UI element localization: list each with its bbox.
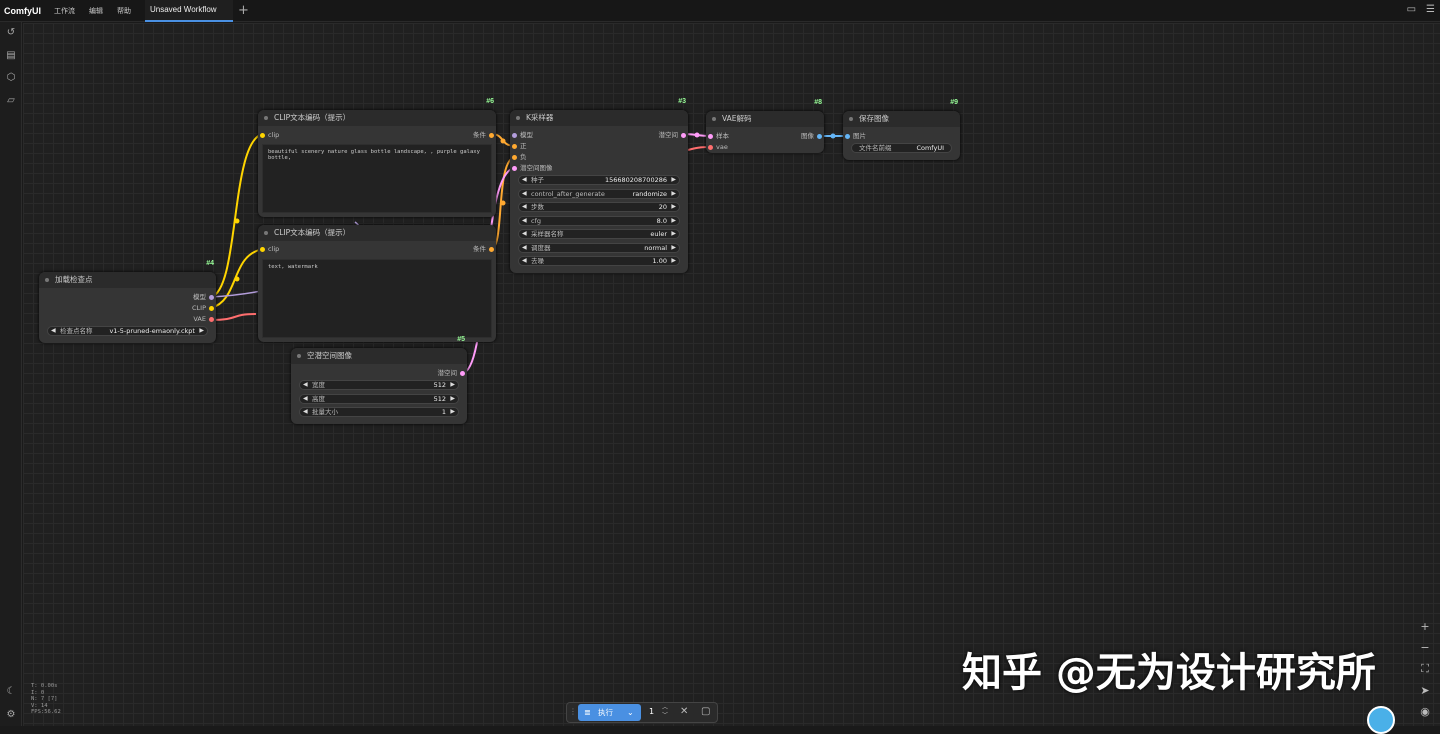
add-tab-button[interactable]: + [238, 3, 249, 18]
eye-icon[interactable]: ◉ [1418, 705, 1432, 718]
menu-edit[interactable]: 编辑 [82, 6, 110, 16]
execution-toolbar: ⋮ ≣ 执行 ⌄ 1 ︿ ﹀ ✕ ▢ [566, 702, 718, 723]
collapse-dot-icon[interactable] [45, 278, 49, 282]
node-title-text: 空潜空间图像 [307, 351, 352, 360]
input-slot-clip[interactable]: clip [258, 244, 279, 254]
input-slot-images[interactable]: 图片 [843, 131, 866, 141]
node-ksampler[interactable]: #3 K采样器 模型 潜空间 正 负 潜空间图像 ◀ 种子 156680208700… [510, 98, 689, 273]
collapse-dot-icon[interactable] [849, 117, 853, 121]
input-slot-model[interactable]: 模型 [510, 130, 533, 140]
widget-batch-size[interactable]: ◀ 批量大小 1 ▶ [299, 407, 459, 417]
input-slot-positive[interactable]: 正 [510, 141, 527, 151]
node-title: 空潜空间图像 [291, 348, 467, 364]
prompt-textarea[interactable]: text, watermark [262, 259, 492, 338]
node-clip-text-encode-positive[interactable]: #6 CLIP文本编码（提示） clip 条件 beautiful scener… [258, 98, 496, 217]
menu-icon[interactable]: ☰ [1426, 4, 1435, 15]
app-logo[interactable]: ComfyUI [0, 6, 47, 16]
queue-icon: ≣ [584, 708, 591, 717]
history-icon[interactable]: ↺ [4, 26, 18, 40]
node-title-text: 加载检查点 [55, 275, 93, 284]
prompt-textarea[interactable]: beautiful scenery nature glass bottle la… [262, 144, 492, 213]
node-title-text: CLIP文本编码（提示） [274, 228, 351, 237]
node-title-text: VAE解码 [722, 114, 752, 123]
cube-icon[interactable]: ⬡ [4, 71, 18, 85]
input-slot-negative[interactable]: 负 [510, 152, 527, 162]
node-title-text: K采样器 [526, 113, 554, 122]
menu-help[interactable]: 帮助 [110, 6, 138, 16]
avatar[interactable] [1367, 706, 1395, 734]
watermark: 知乎 @无为设计研究所 [962, 650, 1376, 696]
drag-handle-icon[interactable]: ⋮ [569, 707, 577, 716]
left-sidebar: ↺ ▤ ⬡ ▱ ☾ ⚙ [0, 22, 22, 726]
node-title: CLIP文本编码（提示） [258, 110, 496, 126]
pointer-icon[interactable]: ➤ [1418, 684, 1432, 697]
cancel-icon[interactable]: ✕ [680, 706, 688, 717]
node-title: CLIP文本编码（提示） [258, 225, 496, 241]
node-id-badge: #8 [814, 99, 822, 106]
node-title: 加载检查点 [39, 272, 216, 288]
canvas-tools: + − ⛶ ➤ ◉ [1418, 620, 1432, 718]
folder-icon[interactable]: ▱ [4, 94, 18, 108]
collapse-dot-icon[interactable] [264, 231, 268, 235]
collapse-dot-icon[interactable] [712, 117, 716, 121]
widget-steps[interactable]: ◀ 步数 20 ▶ [518, 202, 680, 212]
zoom-out-icon[interactable]: − [1418, 641, 1432, 654]
input-slot-vae[interactable]: vae [706, 142, 728, 152]
stepper-icon[interactable]: ︿ ﹀ [662, 704, 668, 720]
widget-seed[interactable]: ◀ 种子 156680208700286 ▶ [518, 175, 680, 185]
node-title: VAE解码 [706, 111, 824, 127]
output-slot-vae[interactable]: VAE [193, 314, 216, 324]
zoom-in-icon[interactable]: + [1418, 620, 1432, 633]
widget-width[interactable]: ◀ 宽度 512 ▶ [299, 380, 459, 390]
moon-icon[interactable]: ☾ [4, 685, 18, 699]
input-slot-samples[interactable]: 样本 [706, 131, 729, 141]
node-id-badge: #6 [486, 98, 494, 105]
top-right-actions: ▭ ☰ [1407, 4, 1435, 15]
node-id-badge: #4 [206, 260, 214, 267]
node-title: 保存图像 [843, 111, 960, 127]
output-slot-latent[interactable]: 潜空间 [659, 130, 689, 140]
widget-sampler-name[interactable]: ◀ 采样器名称 euler ▶ [518, 229, 680, 239]
input-slot-latent-image[interactable]: 潜空间图像 [510, 163, 553, 173]
widget-checkpoint-name[interactable]: ◀ 检查点名称 v1-5-pruned-emaonly.ckpt ▶ [47, 326, 208, 336]
node-load-checkpoint[interactable]: #4 加载检查点 模型 CLIP VAE ◀ 检查点名称 v1-5-pruned-e… [39, 260, 216, 343]
output-slot-conditioning[interactable]: 条件 [473, 130, 496, 140]
output-slot-clip[interactable]: CLIP [192, 303, 216, 313]
node-title-text: CLIP文本编码（提示） [274, 113, 351, 122]
batch-count-input[interactable]: 1 [649, 707, 654, 716]
node-id-badge: #3 [678, 98, 686, 105]
node-title-text: 保存图像 [859, 114, 889, 123]
fit-view-icon[interactable]: ⛶ [1418, 662, 1432, 676]
collapse-dot-icon[interactable] [264, 116, 268, 120]
stop-icon[interactable]: ▢ [701, 706, 710, 717]
output-slot-conditioning[interactable]: 条件 [473, 244, 496, 254]
list-icon[interactable]: ▤ [4, 49, 18, 63]
settings-icon[interactable]: ⚙ [4, 708, 18, 722]
widget-filename-prefix[interactable]: 文件名前缀 ComfyUI [851, 143, 952, 153]
panel-icon[interactable]: ▭ [1407, 4, 1416, 15]
tab-unsaved-workflow[interactable]: Unsaved Workflow [145, 0, 233, 22]
widget-denoise[interactable]: ◀ 去噪 1.00 ▶ [518, 256, 680, 266]
widget-height[interactable]: ◀ 高度 512 ▶ [299, 394, 459, 404]
menu-workflow[interactable]: 工作流 [47, 6, 82, 16]
input-slot-clip[interactable]: clip [258, 130, 279, 140]
output-slot-model[interactable]: 模型 [193, 292, 216, 302]
node-save-image[interactable]: #9 保存图像 图片 文件名前缀 ComfyUI [843, 99, 960, 160]
widget-control-after-generate[interactable]: ◀ control_after_generate randomize ▶ [518, 189, 680, 199]
node-title: K采样器 [510, 110, 688, 126]
render-stats: T: 0.00s I: 0 N: 7 [7] V: 14 FPS:56.62 [31, 683, 61, 715]
chevron-down-icon[interactable]: ⌄ [627, 704, 634, 721]
output-slot-image[interactable]: 图像 [801, 131, 824, 141]
node-clip-text-encode-negative[interactable]: CLIP文本编码（提示） clip 条件 text, watermark [258, 225, 496, 342]
output-slot-latent[interactable]: 潜空间 [438, 368, 468, 378]
collapse-dot-icon[interactable] [297, 354, 301, 358]
widget-cfg[interactable]: ◀ cfg 8.0 ▶ [518, 216, 680, 226]
node-vae-decode[interactable]: #8 VAE解码 样本 图像 vae [706, 99, 824, 153]
node-id-badge: #5 [457, 336, 465, 343]
collapse-dot-icon[interactable] [516, 116, 520, 120]
node-id-badge: #9 [950, 99, 958, 106]
widget-scheduler[interactable]: ◀ 调度器 normal ▶ [518, 243, 680, 253]
node-empty-latent-image[interactable]: #5 空潜空间图像 潜空间 ◀ 宽度 512 ▶ ◀ 高度 512 ▶ ◀ 批量大小 1 ▶ [291, 336, 468, 424]
